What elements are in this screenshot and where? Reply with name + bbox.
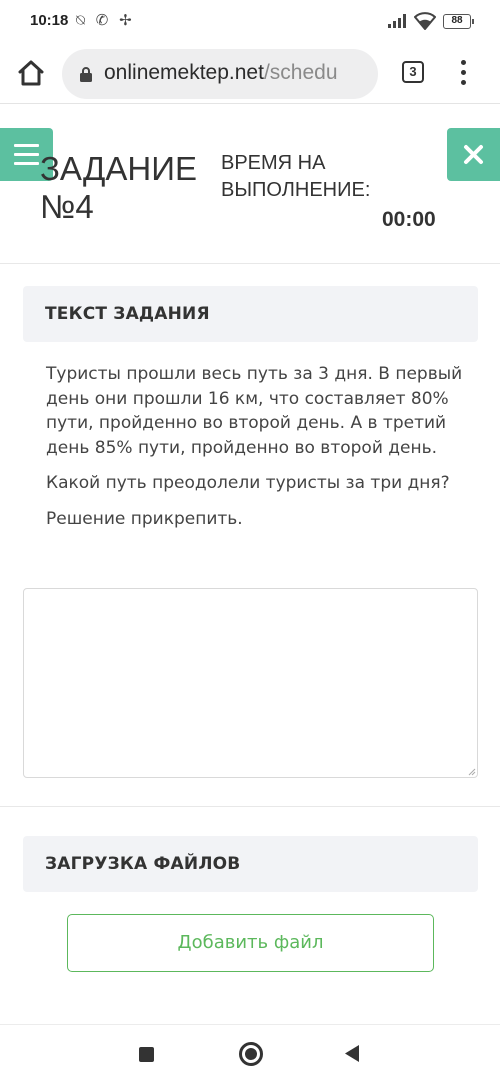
address-bar[interactable]: onlinemektep.net/schedu xyxy=(62,49,378,99)
title-line-1: ЗАДАНИЕ xyxy=(40,150,197,187)
time-label-line-2: ВЫПОЛНЕНИЕ: xyxy=(221,179,371,201)
time-label: ВРЕМЯ НА ВЫПОЛНЕНИЕ: xyxy=(221,150,370,204)
system-nav-bar xyxy=(0,1024,500,1083)
header-divider xyxy=(0,263,500,264)
add-file-button[interactable]: Добавить файл xyxy=(67,914,434,972)
back-icon[interactable] xyxy=(344,1044,360,1063)
task-body: Туристы прошли весь путь за 3 дня. В пер… xyxy=(46,362,466,542)
notification-icons: ⍉ ✆ ✢ xyxy=(76,11,135,29)
tab-switcher-button[interactable]: 3 xyxy=(402,61,424,83)
signal-icon xyxy=(388,14,406,28)
url-text: onlinemektep.net/schedu xyxy=(104,61,338,85)
home-nav-icon[interactable] xyxy=(239,1042,263,1066)
task-paragraph: Какой путь преодолели туристы за три дня… xyxy=(46,473,450,493)
lock-icon xyxy=(80,67,92,82)
url-host: onlinemektep.net xyxy=(104,61,264,84)
wifi-icon xyxy=(414,12,436,30)
page-title: ЗАДАНИЕ №4 xyxy=(40,150,197,226)
close-button[interactable] xyxy=(447,128,500,181)
more-menu-icon[interactable] xyxy=(458,58,468,88)
title-line-2: №4 xyxy=(40,188,94,225)
battery-icon: 88 xyxy=(443,14,474,29)
section-divider xyxy=(0,806,500,807)
task-text-heading: ТЕКСТ ЗАДАНИЯ xyxy=(23,286,478,342)
time-label-line-1: ВРЕМЯ НА xyxy=(221,152,326,174)
file-upload-heading: ЗАГРУЗКА ФАЙЛОВ xyxy=(23,836,478,892)
browser-toolbar: onlinemektep.net/schedu 3 xyxy=(0,44,500,104)
answer-textarea[interactable] xyxy=(23,588,478,778)
task-heading-label: ТЕКСТ ЗАДАНИЯ xyxy=(45,304,210,324)
task-paragraph: Туристы прошли весь путь за 3 дня. В пер… xyxy=(46,364,463,458)
resize-handle-icon[interactable] xyxy=(468,768,476,776)
time-value: 00:00 xyxy=(382,208,436,231)
status-time: 10:18 xyxy=(30,12,69,29)
status-bar: 10:18 ⍉ ✆ ✢ 88 xyxy=(0,0,500,44)
close-icon xyxy=(464,145,483,164)
recent-apps-icon[interactable] xyxy=(139,1047,154,1062)
upload-heading-label: ЗАГРУЗКА ФАЙЛОВ xyxy=(45,854,241,874)
url-path: /schedu xyxy=(263,61,338,84)
home-icon[interactable] xyxy=(14,56,48,90)
task-paragraph: Решение прикрепить. xyxy=(46,508,243,529)
